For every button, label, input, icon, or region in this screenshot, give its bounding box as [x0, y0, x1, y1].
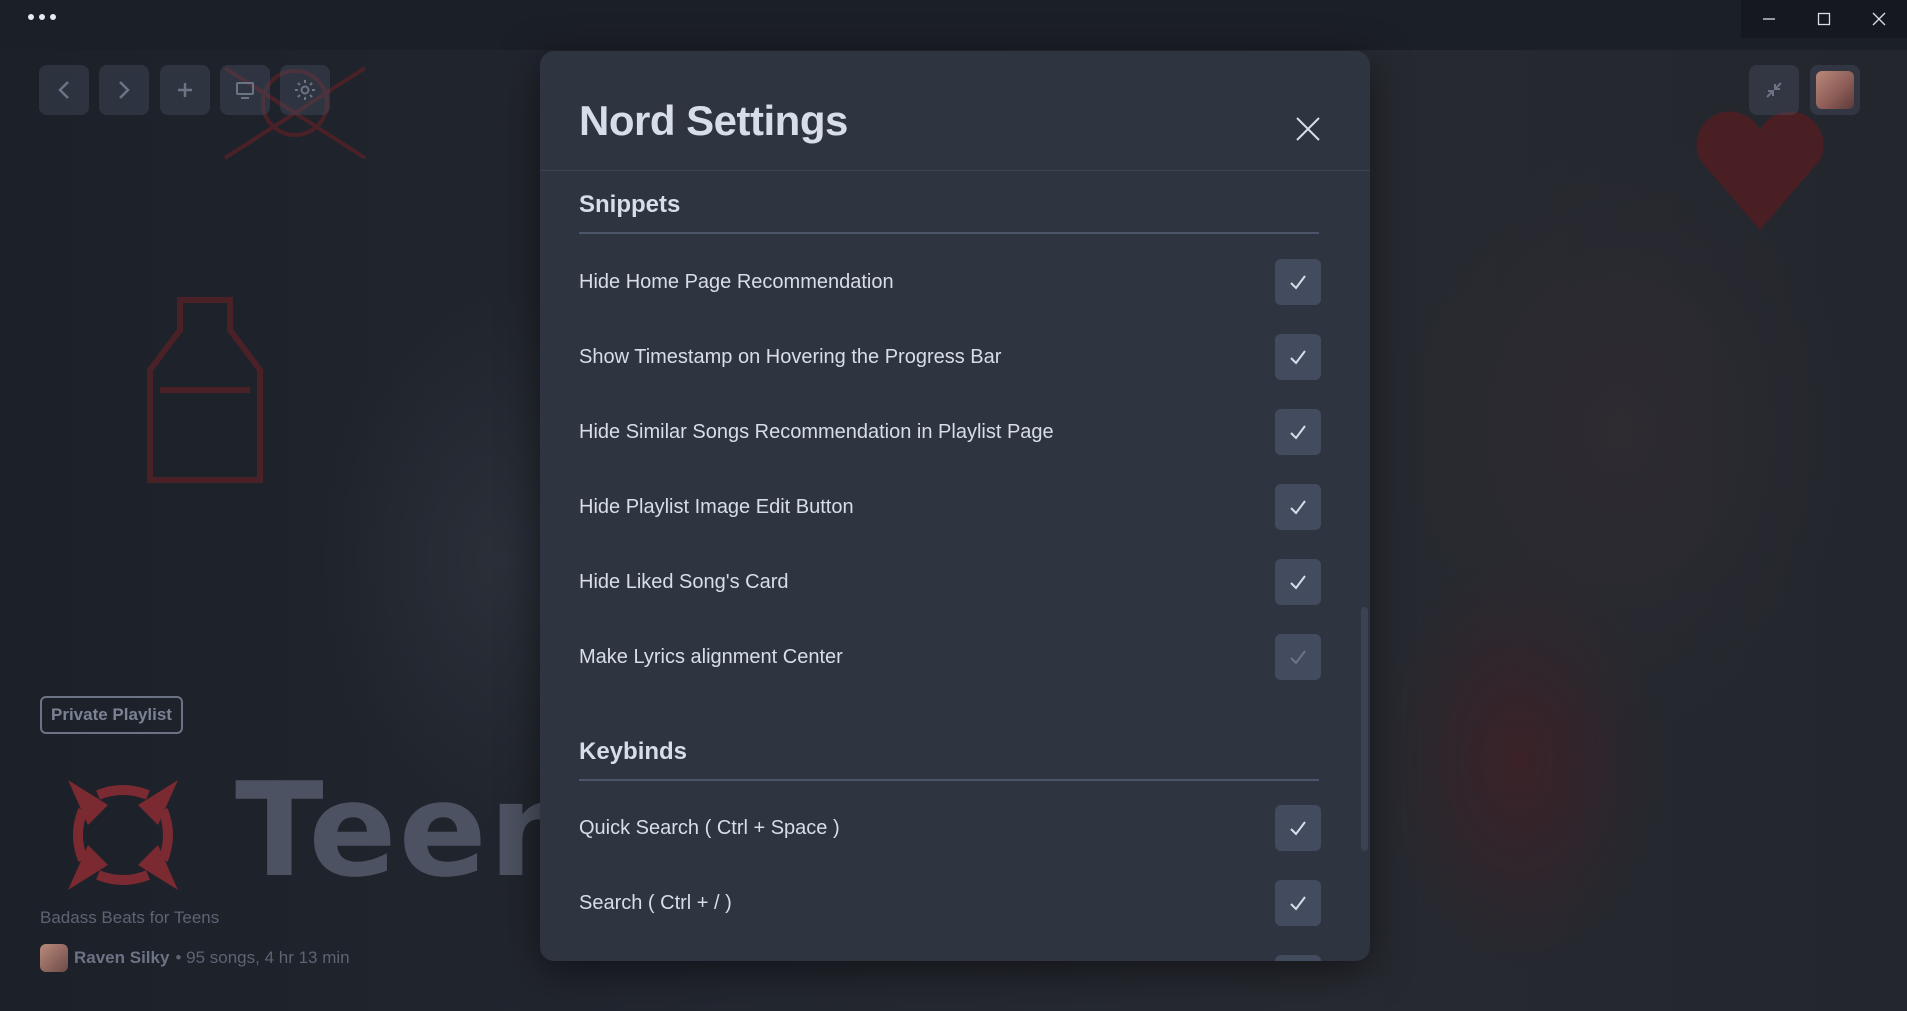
- angry-emoji-logo: [68, 780, 178, 890]
- potion-bottle-doodle: [147, 297, 263, 483]
- playlist-description: Badass Beats for Teens: [40, 908, 220, 927]
- check-icon: [1290, 575, 1306, 590]
- maximize-icon[interactable]: [1796, 0, 1852, 38]
- section-divider: [579, 232, 1319, 234]
- gear-icon: [295, 80, 315, 100]
- setting-label: Quick Search ( Ctrl + Space ): [579, 817, 840, 839]
- modal-scrollbar-thumb[interactable]: [1361, 607, 1368, 851]
- check-icon: [1290, 896, 1306, 911]
- forward-icon: [119, 81, 130, 99]
- setting-checkbox-hide-similar-songs[interactable]: [1275, 409, 1321, 455]
- title-bar: [0, 0, 1907, 50]
- setting-label: Hide Liked Song's Card: [579, 571, 789, 593]
- setting-checkbox-search[interactable]: [1275, 880, 1321, 926]
- add-button[interactable]: [160, 65, 210, 115]
- settings-button[interactable]: [280, 65, 330, 115]
- setting-label: Search ( Ctrl + / ): [579, 892, 732, 914]
- forward-button[interactable]: [99, 65, 149, 115]
- user-avatar-button[interactable]: [1810, 65, 1860, 115]
- owner-name[interactable]: Raven Silky: [74, 948, 169, 968]
- setting-label: Hide Similar Songs Recommendation in Pla…: [579, 421, 1054, 443]
- setting-checkbox-hide-home-recommendation[interactable]: [1275, 259, 1321, 305]
- playlist-stats: • 95 songs, 4 hr 13 min: [175, 948, 350, 967]
- section-title-snippets: Snippets: [579, 191, 681, 218]
- modal-header: Nord Settings: [540, 51, 1370, 171]
- modal-title: Nord Settings: [579, 97, 848, 144]
- device-button[interactable]: [220, 65, 270, 115]
- private-playlist-badge: Private Playlist: [40, 696, 183, 734]
- setting-checkbox-hide-liked-card[interactable]: [1275, 559, 1321, 605]
- close-icon: [1296, 117, 1320, 141]
- plus-icon: [178, 83, 192, 97]
- minimize-arrows-icon: [1766, 82, 1782, 98]
- check-icon: [1290, 821, 1306, 836]
- setting-checkbox-next[interactable]: [1275, 955, 1321, 961]
- check-icon: [1290, 425, 1306, 440]
- settings-modal: Nord Settings Snippets Hide Home Page Re…: [540, 51, 1370, 961]
- minimize-icon[interactable]: [1741, 0, 1797, 38]
- setting-label: Show Timestamp on Hovering the Progress …: [579, 346, 1002, 368]
- setting-checkbox-lyrics-center[interactable]: [1275, 634, 1321, 680]
- check-icon: [1290, 350, 1306, 365]
- check-icon: [1290, 650, 1306, 665]
- owner-avatar: [40, 944, 68, 972]
- setting-label: Hide Playlist Image Edit Button: [579, 496, 854, 518]
- monitor-icon: [236, 82, 254, 99]
- user-avatar: [1816, 71, 1854, 109]
- playlist-title: Teen: [235, 754, 584, 906]
- section-title-keybinds: Keybinds: [579, 738, 688, 765]
- setting-checkbox-hide-image-edit[interactable]: [1275, 484, 1321, 530]
- setting-checkbox-show-timestamp[interactable]: [1275, 334, 1321, 380]
- close-icon[interactable]: [1851, 0, 1907, 38]
- setting-label: Make Lyrics alignment Center: [579, 646, 843, 668]
- playlist-meta: Raven Silky • 95 songs, 4 hr 13 min: [40, 944, 350, 972]
- check-icon: [1290, 275, 1306, 290]
- modal-close-button[interactable]: [1290, 111, 1326, 147]
- back-button[interactable]: [39, 65, 89, 115]
- minimize-view-button[interactable]: [1749, 65, 1799, 115]
- section-divider: [579, 779, 1319, 781]
- more-dots-icon[interactable]: [28, 14, 56, 20]
- setting-checkbox-quick-search[interactable]: [1275, 805, 1321, 851]
- back-icon: [58, 81, 69, 99]
- setting-label: Hide Home Page Recommendation: [579, 271, 894, 293]
- check-icon: [1290, 500, 1306, 515]
